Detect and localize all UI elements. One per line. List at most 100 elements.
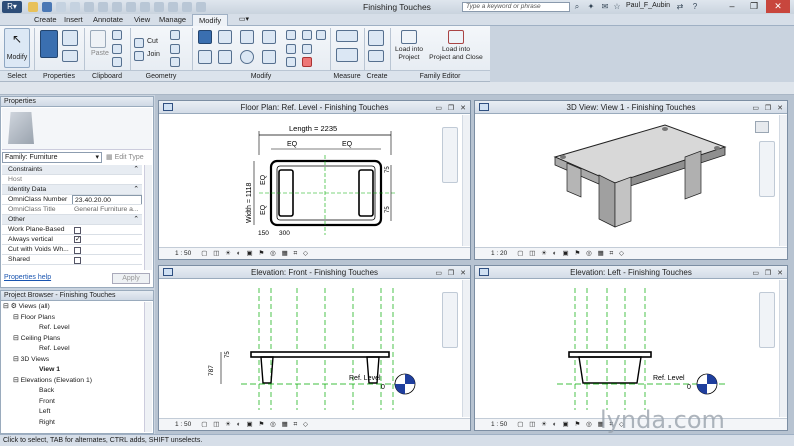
view-scrollbar[interactable] [462,115,470,246]
view-elevation-front[interactable]: Elevation: Front - Finishing Touches ▭ ❐… [158,265,471,431]
dimension-icon[interactable] [336,48,358,62]
group-identity[interactable]: Identity Data ⌃ [2,185,142,195]
array-icon[interactable] [286,44,296,54]
omniclass-title-value[interactable]: General Furniture a... [72,205,142,214]
tree-item-ceiling-plans[interactable]: ⊟ Ceiling Plans [3,334,143,345]
create-group-icon[interactable] [368,50,384,62]
view-controls-icons[interactable]: ▢ ◫ ☀ ◐ ▣ ⚑ ◎ ▦ ⌗ ◇ [201,250,310,257]
tab-annotate[interactable]: Annotate [87,14,129,26]
trim-icon[interactable] [262,50,276,64]
view-window-buttons[interactable]: ▭ ❐ ✕ [435,102,468,115]
close-button[interactable]: ✕ [766,0,790,13]
measure-tool-icon[interactable] [336,30,358,42]
tree-item-floor-plans[interactable]: ⊟ Floor Plans [3,313,143,324]
panel-properties[interactable]: Properties [34,70,84,81]
view-scrollbar[interactable] [779,280,787,417]
panel-measure[interactable]: Measure [330,70,364,81]
match-icon[interactable] [112,57,122,67]
scale-label[interactable]: 1 : 50 [175,250,191,257]
tab-view[interactable]: View [128,14,156,26]
panel-clipboard[interactable]: Clipboard [84,70,130,81]
navigation-bar[interactable] [442,292,458,348]
copy-element-icon[interactable] [218,50,232,64]
search-icon[interactable]: ⌕ [572,2,582,12]
tree-item-elevations[interactable]: ⊟ Elevations (Elevation 1) [3,376,143,387]
properties-icon[interactable] [40,30,58,58]
favorites-icon[interactable]: ☆ [612,2,622,12]
tab-insert[interactable]: Insert [58,14,89,26]
always-vertical-checkbox[interactable]: ✓ [74,236,81,243]
mirror-axis-icon[interactable] [240,30,254,44]
unpin-icon[interactable] [286,57,296,67]
wall-joins-icon[interactable] [170,30,180,40]
tree-item-ceiling-ref-level[interactable]: Ref. Level [3,344,143,355]
viewcube-icon[interactable] [755,121,769,133]
view-scrollbar[interactable] [779,115,787,246]
exchange-icon[interactable]: ⇄ [675,2,685,12]
cut-voids-checkbox[interactable] [74,247,81,254]
offset-icon[interactable] [218,30,232,44]
delete-icon[interactable] [302,57,312,67]
subscription-icon[interactable]: ✦ [586,2,596,12]
properties-help-link[interactable]: Properties help [4,274,51,281]
tree-item-back[interactable]: Back [3,386,143,397]
load-close-button[interactable]: Load into Project and Close [426,28,486,68]
scale-label[interactable]: 1 : 50 [491,421,507,428]
ribbon-minimize-icon[interactable]: ▭▾ [236,15,252,25]
tree-item-right[interactable]: Right [3,418,143,429]
cut-clip-icon[interactable] [112,44,122,54]
cut-label[interactable]: Cut [147,38,158,45]
shared-checkbox[interactable] [74,257,81,264]
scale-label[interactable]: 1 : 20 [491,250,507,257]
properties-scrollbar[interactable] [144,165,152,270]
tree-item-left[interactable]: Left [3,407,143,418]
view-control-bar[interactable]: 1 : 50 ▢ ◫ ☀ ◐ ▣ ⚑ ◎ ▦ ⌗ ◇ [159,247,470,259]
load-into-project-button[interactable]: Load into Project [394,28,424,68]
user-name[interactable]: Paul_F_Aubin [626,2,670,9]
tree-item-floor-ref-level[interactable]: Ref. Level [3,323,143,334]
work-plane-checkbox[interactable] [74,227,81,234]
tree-item-front[interactable]: Front [3,397,143,408]
edit-type-button[interactable]: ▦ Edit Type [106,152,152,163]
group-constraints[interactable]: Constraints ⌃ [2,165,142,175]
tab-manage[interactable]: Manage [153,14,192,26]
view-floor-plan[interactable]: Floor Plan: Ref. Level - Finishing Touch… [158,100,471,260]
panel-create[interactable]: Create [364,70,390,81]
join-label[interactable]: Join [147,51,160,58]
join-icon[interactable] [134,51,144,61]
communication-icon[interactable]: ✉ [600,2,610,12]
tree-item-3d-views[interactable]: ⊟ 3D Views [3,355,143,366]
align-icon[interactable] [198,30,212,44]
cope-icon[interactable] [134,38,144,48]
navigation-bar[interactable] [442,127,458,183]
family-selector[interactable]: Family: Furniture ▾ [2,152,102,163]
move-icon[interactable] [198,50,212,64]
maximize-button[interactable]: ❐ [744,0,764,13]
family-types-icon[interactable] [62,50,78,62]
tree-item-view-1[interactable]: View 1 [3,365,143,376]
scale-icon[interactable] [302,44,312,54]
paste-icon[interactable] [90,30,106,48]
omniclass-number-value[interactable]: 23.40.20.00 [72,195,142,204]
modify-button[interactable]: ↖ Modify [4,28,30,68]
tree-item-views[interactable]: ⊟ ⚙ Views (all) [3,302,143,313]
pin-icon[interactable] [302,30,312,40]
panel-modify[interactable]: Modify [192,70,330,81]
split-face-icon[interactable] [170,44,180,54]
mirror-draw-icon[interactable] [262,30,276,44]
browser-scrollbar[interactable] [144,302,152,432]
navigation-bar[interactable] [759,292,775,348]
split-icon[interactable] [286,30,296,40]
view-controls-icons[interactable]: ▢ ◫ ☀ ◐ ▣ ⚑ ◎ ▦ ⌗ ◇ [517,250,626,257]
view-control-bar[interactable]: 1 : 50 ▢ ◫ ☀ ◐ ▣ ⚑ ◎ ▦ ⌗ ◇ [159,418,470,430]
view-control-bar[interactable]: 1 : 20 ▢ ◫ ☀ ◐ ▣ ⚑ ◎ ▦ ⌗ ◇ [475,247,787,259]
help-icon[interactable]: ? [690,2,700,12]
navigation-bar[interactable] [759,141,775,197]
trim-multi-icon[interactable] [316,30,326,40]
view-3d[interactable]: 3D View: View 1 - Finishing Touches ▭ ❐ … [474,100,788,260]
panel-geometry[interactable]: Geometry [130,70,192,81]
search-input[interactable]: Type a keyword or phrase [462,2,570,12]
rotate-icon[interactable] [240,50,254,64]
copy-icon[interactable] [112,30,122,40]
panel-family-editor[interactable]: Family Editor [390,70,490,81]
